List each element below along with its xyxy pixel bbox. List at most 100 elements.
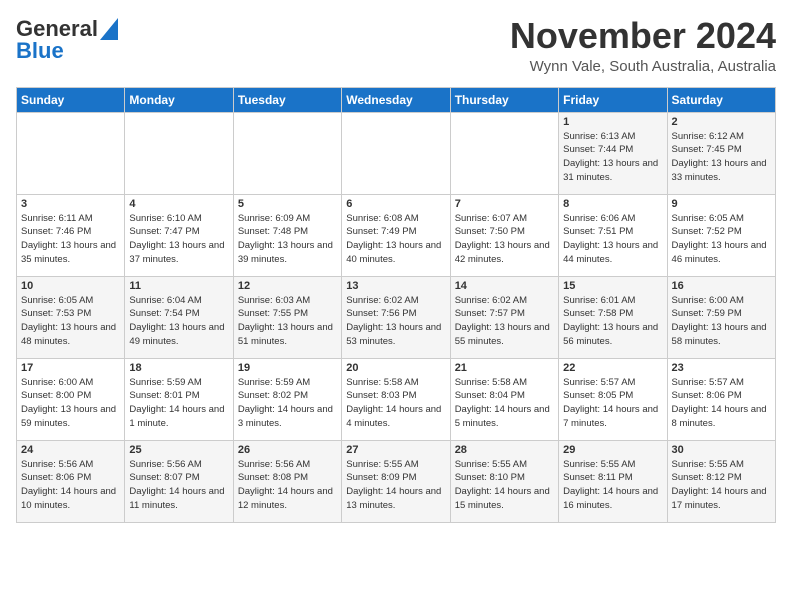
day-info: Sunrise: 6:01 AMSunset: 7:58 PMDaylight:… bbox=[563, 294, 662, 349]
title-area: November 2024 Wynn Vale, South Australia… bbox=[510, 16, 776, 75]
day-info: Sunrise: 6:07 AMSunset: 7:50 PMDaylight:… bbox=[455, 212, 554, 267]
calendar-cell: 4Sunrise: 6:10 AMSunset: 7:47 PMDaylight… bbox=[125, 194, 233, 276]
calendar-cell: 22 Sunrise: 5:57 AMSunset: 8:05 PMDayligh… bbox=[559, 358, 667, 440]
page-header: General Blue November 2024 Wynn Vale, So… bbox=[16, 16, 776, 75]
day-info: Sunrise: 5:56 AMSunset: 8:06 PMDaylight:… bbox=[21, 458, 120, 513]
day-number: 4 bbox=[129, 198, 228, 210]
calendar-cell bbox=[17, 112, 125, 194]
day-info: Sunrise: 5:59 AMSunset: 8:02 PMDaylight:… bbox=[238, 376, 337, 431]
day-header-wednesday: Wednesday bbox=[342, 87, 450, 112]
day-info: Sunrise: 5:56 AMSunset: 8:07 PMDaylight:… bbox=[129, 458, 228, 513]
calendar-week-5: 24 Sunrise: 5:56 AMSunset: 8:06 PMDayligh… bbox=[17, 440, 776, 522]
day-number: 3 bbox=[21, 198, 120, 210]
calendar-cell: 2Sunrise: 6:12 AMSunset: 7:45 PMDaylight… bbox=[667, 112, 775, 194]
calendar-cell: 6 Sunrise: 6:08 AMSunset: 7:49 PMDaylight… bbox=[342, 194, 450, 276]
day-info: Sunrise: 5:57 AMSunset: 8:06 PMDaylight:… bbox=[672, 376, 771, 431]
calendar-cell: 1Sunrise: 6:13 AMSunset: 7:44 PMDaylight… bbox=[559, 112, 667, 194]
calendar-cell: 11 Sunrise: 6:04 AMSunset: 7:54 PMDayligh… bbox=[125, 276, 233, 358]
day-info: Sunrise: 5:55 AMSunset: 8:09 PMDaylight:… bbox=[346, 458, 445, 513]
day-header-monday: Monday bbox=[125, 87, 233, 112]
day-number: 14 bbox=[455, 280, 554, 292]
calendar-cell: 28 Sunrise: 5:55 AMSunset: 8:10 PMDayligh… bbox=[450, 440, 558, 522]
day-header-friday: Friday bbox=[559, 87, 667, 112]
calendar-cell: 16 Sunrise: 6:00 AMSunset: 7:59 PMDayligh… bbox=[667, 276, 775, 358]
day-number: 12 bbox=[238, 280, 337, 292]
calendar-cell: 13 Sunrise: 6:02 AMSunset: 7:56 PMDayligh… bbox=[342, 276, 450, 358]
day-info: Sunrise: 6:09 AMSunset: 7:48 PMDaylight:… bbox=[238, 212, 337, 267]
calendar-cell: 29Sunrise: 5:55 AMSunset: 8:11 PMDayligh… bbox=[559, 440, 667, 522]
calendar-cell: 7 Sunrise: 6:07 AMSunset: 7:50 PMDaylight… bbox=[450, 194, 558, 276]
day-info: Sunrise: 6:11 AMSunset: 7:46 PMDaylight:… bbox=[21, 212, 120, 267]
day-number: 6 bbox=[346, 198, 445, 210]
logo-triangle-icon bbox=[100, 18, 118, 40]
day-number: 11 bbox=[129, 280, 228, 292]
day-info: Sunrise: 6:13 AMSunset: 7:44 PMDaylight:… bbox=[563, 130, 662, 185]
day-number: 25 bbox=[129, 444, 228, 456]
calendar-cell: 14 Sunrise: 6:02 AMSunset: 7:57 PMDayligh… bbox=[450, 276, 558, 358]
calendar-cell: 10Sunrise: 6:05 AMSunset: 7:53 PMDayligh… bbox=[17, 276, 125, 358]
day-info: Sunrise: 6:05 AMSunset: 7:52 PMDaylight:… bbox=[672, 212, 771, 267]
day-header-saturday: Saturday bbox=[667, 87, 775, 112]
day-header-sunday: Sunday bbox=[17, 87, 125, 112]
day-info: Sunrise: 5:55 AMSunset: 8:10 PMDaylight:… bbox=[455, 458, 554, 513]
day-info: Sunrise: 5:56 AMSunset: 8:08 PMDaylight:… bbox=[238, 458, 337, 513]
location-subtitle: Wynn Vale, South Australia, Australia bbox=[510, 58, 776, 75]
calendar-cell: 24 Sunrise: 5:56 AMSunset: 8:06 PMDayligh… bbox=[17, 440, 125, 522]
day-info: Sunrise: 6:08 AMSunset: 7:49 PMDaylight:… bbox=[346, 212, 445, 267]
day-number: 21 bbox=[455, 362, 554, 374]
day-number: 7 bbox=[455, 198, 554, 210]
day-info: Sunrise: 6:00 AMSunset: 8:00 PMDaylight:… bbox=[21, 376, 120, 431]
day-info: Sunrise: 5:57 AMSunset: 8:05 PMDaylight:… bbox=[563, 376, 662, 431]
calendar-cell: 19Sunrise: 5:59 AMSunset: 8:02 PMDayligh… bbox=[233, 358, 341, 440]
calendar-header-row: SundayMondayTuesdayWednesdayThursdayFrid… bbox=[17, 87, 776, 112]
day-info: Sunrise: 6:02 AMSunset: 7:56 PMDaylight:… bbox=[346, 294, 445, 349]
day-info: Sunrise: 6:06 AMSunset: 7:51 PMDaylight:… bbox=[563, 212, 662, 267]
day-number: 28 bbox=[455, 444, 554, 456]
day-info: Sunrise: 5:58 AMSunset: 8:04 PMDaylight:… bbox=[455, 376, 554, 431]
day-number: 26 bbox=[238, 444, 337, 456]
calendar-cell: 15 Sunrise: 6:01 AMSunset: 7:58 PMDayligh… bbox=[559, 276, 667, 358]
day-number: 8 bbox=[563, 198, 662, 210]
day-number: 24 bbox=[21, 444, 120, 456]
calendar-cell bbox=[342, 112, 450, 194]
logo: General Blue bbox=[16, 16, 118, 64]
day-info: Sunrise: 5:55 AMSunset: 8:12 PMDaylight:… bbox=[672, 458, 771, 513]
day-info: Sunrise: 6:03 AMSunset: 7:55 PMDaylight:… bbox=[238, 294, 337, 349]
day-number: 15 bbox=[563, 280, 662, 292]
day-number: 2 bbox=[672, 116, 771, 128]
calendar-cell bbox=[125, 112, 233, 194]
calendar-week-2: 3 Sunrise: 6:11 AMSunset: 7:46 PMDaylight… bbox=[17, 194, 776, 276]
day-info: Sunrise: 6:04 AMSunset: 7:54 PMDaylight:… bbox=[129, 294, 228, 349]
day-number: 20 bbox=[346, 362, 445, 374]
day-info: Sunrise: 6:05 AMSunset: 7:53 PMDaylight:… bbox=[21, 294, 120, 349]
day-info: Sunrise: 5:59 AMSunset: 8:01 PMDaylight:… bbox=[129, 376, 228, 431]
day-info: Sunrise: 6:00 AMSunset: 7:59 PMDaylight:… bbox=[672, 294, 771, 349]
calendar-cell: 5 Sunrise: 6:09 AMSunset: 7:48 PMDaylight… bbox=[233, 194, 341, 276]
calendar-cell bbox=[233, 112, 341, 194]
day-number: 13 bbox=[346, 280, 445, 292]
calendar-cell: 18 Sunrise: 5:59 AMSunset: 8:01 PMDayligh… bbox=[125, 358, 233, 440]
calendar-cell: 21 Sunrise: 5:58 AMSunset: 8:04 PMDayligh… bbox=[450, 358, 558, 440]
calendar-cell: 12 Sunrise: 6:03 AMSunset: 7:55 PMDayligh… bbox=[233, 276, 341, 358]
day-number: 27 bbox=[346, 444, 445, 456]
day-number: 16 bbox=[672, 280, 771, 292]
day-info: Sunrise: 6:02 AMSunset: 7:57 PMDaylight:… bbox=[455, 294, 554, 349]
calendar-cell: 27 Sunrise: 5:55 AMSunset: 8:09 PMDayligh… bbox=[342, 440, 450, 522]
calendar-week-4: 17 Sunrise: 6:00 AMSunset: 8:00 PMDayligh… bbox=[17, 358, 776, 440]
calendar-cell: 17 Sunrise: 6:00 AMSunset: 8:00 PMDayligh… bbox=[17, 358, 125, 440]
day-number: 22 bbox=[563, 362, 662, 374]
logo-blue: Blue bbox=[16, 38, 64, 64]
day-info: Sunrise: 5:58 AMSunset: 8:03 PMDaylight:… bbox=[346, 376, 445, 431]
day-number: 9 bbox=[672, 198, 771, 210]
day-number: 18 bbox=[129, 362, 228, 374]
calendar-table: SundayMondayTuesdayWednesdayThursdayFrid… bbox=[16, 87, 776, 523]
calendar-cell: 8 Sunrise: 6:06 AMSunset: 7:51 PMDaylight… bbox=[559, 194, 667, 276]
calendar-cell: 20 Sunrise: 5:58 AMSunset: 8:03 PMDayligh… bbox=[342, 358, 450, 440]
calendar-week-1: 1Sunrise: 6:13 AMSunset: 7:44 PMDaylight… bbox=[17, 112, 776, 194]
day-number: 30 bbox=[672, 444, 771, 456]
day-number: 17 bbox=[21, 362, 120, 374]
day-number: 5 bbox=[238, 198, 337, 210]
day-number: 23 bbox=[672, 362, 771, 374]
calendar-cell: 25 Sunrise: 5:56 AMSunset: 8:07 PMDayligh… bbox=[125, 440, 233, 522]
calendar-week-3: 10Sunrise: 6:05 AMSunset: 7:53 PMDayligh… bbox=[17, 276, 776, 358]
